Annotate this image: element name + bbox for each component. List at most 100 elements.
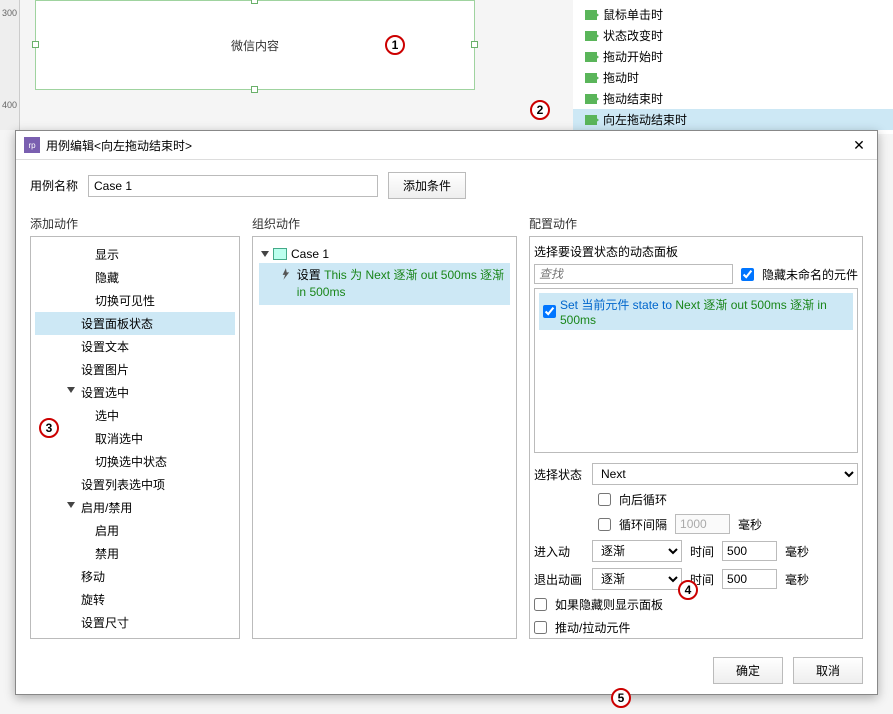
time-label: 时间	[690, 543, 714, 560]
loop-interval-checkbox[interactable]	[598, 518, 611, 531]
close-icon[interactable]: ✕	[849, 135, 869, 155]
case-icon	[273, 248, 287, 260]
loop-interval-input[interactable]	[675, 514, 730, 534]
wechat-content-widget[interactable]: 微信内容	[35, 0, 475, 90]
push-pull-checkbox[interactable]	[534, 621, 547, 634]
select-state-label: 选择状态	[534, 466, 584, 483]
action-move[interactable]: 移动	[35, 565, 235, 588]
resize-handle[interactable]	[251, 86, 258, 93]
target-checkbox[interactable]	[543, 305, 556, 318]
dialog-title: 用例编辑<向左拖动结束时>	[46, 137, 849, 154]
col-header-organize: 组织动作	[252, 211, 517, 236]
action-disable[interactable]: 禁用	[35, 542, 235, 565]
enter-anim-label: 进入动	[534, 543, 584, 560]
caret-icon	[67, 502, 75, 508]
action-set-text[interactable]: 设置文本	[35, 335, 235, 358]
case-row[interactable]: Case 1	[259, 245, 510, 263]
event-icon	[585, 115, 597, 125]
event-swipe-left-end[interactable]: 向左拖动结束时	[573, 109, 893, 130]
col-header-add-action: 添加动作	[30, 211, 240, 236]
events-panel: 鼠标单击时 状态改变时 拖动开始时 拖动时 拖动结束时 向左拖动结束时	[573, 0, 893, 134]
action-toggle-selected[interactable]: 切换选中状态	[35, 450, 235, 473]
annotation-badge-3: 3	[39, 418, 59, 438]
action-set-image[interactable]: 设置图片	[35, 358, 235, 381]
event-icon	[585, 10, 597, 20]
push-pull-label: 推动/拉动元件	[555, 619, 630, 636]
annotation-badge-1: 1	[385, 35, 405, 55]
action-hide[interactable]: 隐藏	[35, 266, 235, 289]
col-header-configure: 配置动作	[529, 211, 863, 236]
bolt-icon	[281, 267, 291, 281]
event-icon	[585, 94, 597, 104]
search-input[interactable]	[534, 264, 733, 284]
loop-back-checkbox[interactable]	[598, 493, 611, 506]
exit-anim-label: 退出动画	[534, 571, 584, 588]
event-icon	[585, 31, 597, 41]
ruler-tick-400: 400	[2, 100, 17, 110]
target-panel-row[interactable]: Set 当前元件 state to Next 逐渐 out 500ms 逐渐 i…	[539, 293, 853, 330]
caret-icon	[67, 387, 75, 393]
select-panel-label: 选择要设置状态的动态面板	[534, 243, 858, 260]
hide-unnamed-label: 隐藏未命名的元件	[762, 266, 858, 283]
vertical-ruler: 300 400	[0, 0, 20, 130]
state-select[interactable]: Next	[592, 463, 858, 485]
action-rotate[interactable]: 旋转	[35, 588, 235, 611]
configure-action-box: 选择要设置状态的动态面板 隐藏未命名的元件 Set 当前元件 state to …	[529, 236, 863, 639]
event-icon	[585, 73, 597, 83]
widget-label: 微信内容	[231, 37, 279, 54]
case-name-label: 用例名称	[30, 177, 78, 194]
resize-handle[interactable]	[471, 41, 478, 48]
ok-button[interactable]: 确定	[713, 657, 783, 684]
target-text: Set 当前元件 state to Next 逐渐 out 500ms 逐渐 i…	[560, 296, 849, 327]
action-set-list-selected[interactable]: 设置列表选中项	[35, 473, 235, 496]
loop-back-label: 向后循环	[619, 491, 667, 508]
action-set-panel-state[interactable]: 设置面板状态	[35, 312, 235, 335]
event-icon	[585, 52, 597, 62]
app-icon: rp	[24, 137, 40, 153]
action-deselect[interactable]: 取消选中	[35, 427, 235, 450]
event-mouse-click[interactable]: 鼠标单击时	[573, 4, 893, 25]
organize-action-row[interactable]: 设置 This 为 Next 逐渐 out 500ms 逐渐 in 500ms	[259, 263, 510, 305]
action-show[interactable]: 显示	[35, 243, 235, 266]
case-name-input[interactable]	[88, 175, 378, 197]
loop-interval-label: 循环间隔	[619, 516, 667, 533]
caret-icon	[261, 251, 269, 257]
dialog-titlebar[interactable]: rp 用例编辑<向左拖动结束时> ✕	[16, 131, 877, 160]
ms-label: 毫秒	[738, 516, 762, 533]
action-text: 设置 This 为 Next 逐渐 out 500ms 逐渐 in 500ms	[297, 267, 508, 301]
show-if-hidden-label: 如果隐藏则显示面板	[555, 596, 663, 613]
add-action-tree[interactable]: 显示 隐藏 切换可见性 设置面板状态 设置文本 设置图片 设置选中 选中 取消选…	[30, 236, 240, 639]
action-enable-disable[interactable]: 启用/禁用	[35, 496, 235, 519]
action-set-selected[interactable]: 设置选中	[35, 381, 235, 404]
event-drag[interactable]: 拖动时	[573, 67, 893, 88]
ms-label: 毫秒	[785, 571, 809, 588]
annotation-badge-4: 4	[678, 580, 698, 600]
organize-action-box[interactable]: Case 1 设置 This 为 Next 逐渐 out 500ms 逐渐 in…	[252, 236, 517, 639]
exit-anim-select[interactable]: 逐渐	[592, 568, 682, 590]
ruler-tick-300: 300	[2, 8, 17, 18]
action-bring-front-back[interactable]: 置于顶层/底层	[35, 634, 235, 639]
enter-anim-select[interactable]: 逐渐	[592, 540, 682, 562]
hide-unnamed-checkbox[interactable]	[741, 268, 754, 281]
add-condition-button[interactable]: 添加条件	[388, 172, 466, 199]
action-toggle-visibility[interactable]: 切换可见性	[35, 289, 235, 312]
resize-handle[interactable]	[32, 41, 39, 48]
event-state-change[interactable]: 状态改变时	[573, 25, 893, 46]
show-if-hidden-checkbox[interactable]	[534, 598, 547, 611]
annotation-badge-2: 2	[530, 100, 550, 120]
action-set-size[interactable]: 设置尺寸	[35, 611, 235, 634]
event-drag-end[interactable]: 拖动结束时	[573, 88, 893, 109]
annotation-badge-5: 5	[611, 688, 631, 708]
enter-time-input[interactable]	[722, 541, 777, 561]
ms-label: 毫秒	[785, 543, 809, 560]
target-panel-list[interactable]: Set 当前元件 state to Next 逐渐 out 500ms 逐渐 i…	[534, 288, 858, 453]
action-select[interactable]: 选中	[35, 404, 235, 427]
action-enable[interactable]: 启用	[35, 519, 235, 542]
case-label: Case 1	[291, 247, 329, 261]
design-canvas: 300 400 微信内容	[0, 0, 560, 130]
event-drag-start[interactable]: 拖动开始时	[573, 46, 893, 67]
exit-time-input[interactable]	[722, 569, 777, 589]
resize-handle[interactable]	[251, 0, 258, 4]
case-editor-dialog: rp 用例编辑<向左拖动结束时> ✕ 用例名称 添加条件 添加动作 显示 隐藏 …	[15, 130, 878, 695]
cancel-button[interactable]: 取消	[793, 657, 863, 684]
